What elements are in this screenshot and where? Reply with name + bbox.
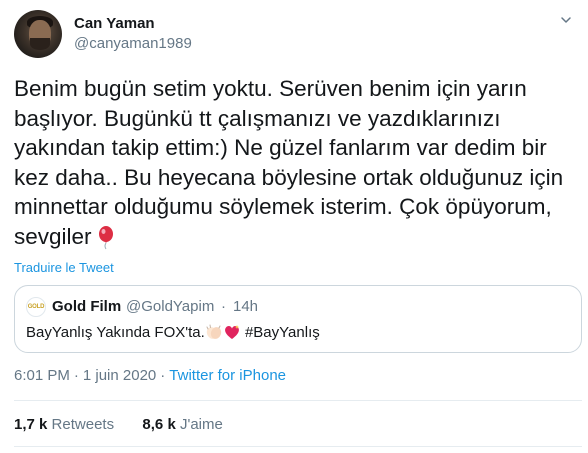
- gold-film-logo-text: GOLD: [27, 304, 45, 310]
- quoted-author-name: Gold Film: [52, 298, 122, 315]
- divider-bottom: [14, 446, 582, 447]
- author-handle[interactable]: @canyaman1989: [74, 35, 192, 52]
- balloon-emoji: [98, 225, 113, 249]
- clapping-hands-emoji: [206, 324, 221, 339]
- meta-separator: ·: [73, 367, 79, 384]
- sparkling-heart-emoji: [224, 325, 239, 339]
- tweet-text: Benim bugün setim yoktu. Serüven benim i…: [14, 74, 580, 251]
- quoted-tweet[interactable]: GOLD Gold Film @GoldYapim · 14h BayYanlı…: [14, 285, 582, 353]
- quoted-separator: ·: [221, 298, 226, 315]
- avatar[interactable]: [14, 10, 62, 58]
- likes-label[interactable]: J'aime: [180, 416, 223, 433]
- gold-film-logo: GOLD: [26, 297, 46, 317]
- avatar-beard: [30, 38, 50, 50]
- translate-tweet-link[interactable]: Traduire le Tweet: [14, 260, 114, 275]
- tweet-stats: 1,7 k Retweets 8,6 k J'aime: [14, 416, 223, 433]
- retweets-count[interactable]: 1,7 k: [14, 416, 47, 433]
- author-name[interactable]: Can Yaman: [74, 15, 155, 32]
- quoted-author-handle: @GoldYapim: [126, 298, 215, 315]
- quoted-text: BayYanlış Yakında FOX'ta. #BayYanlış: [26, 324, 320, 341]
- chevron-down-icon[interactable]: [560, 14, 572, 26]
- likes-count[interactable]: 8,6 k: [142, 416, 175, 433]
- tweet-meta: 6:01 PM · 1 juin 2020 · Twitter for iPhone: [14, 367, 286, 384]
- tweet-header: Can Yaman @canyaman1989: [14, 10, 574, 60]
- tweet-source-link[interactable]: Twitter for iPhone: [169, 367, 286, 384]
- quoted-hashtag[interactable]: #BayYanlış: [241, 324, 320, 341]
- tweet-text-content: Benim bugün setim yoktu. Serüven benim i…: [14, 76, 564, 249]
- quoted-text-before: BayYanlış Yakında FOX'ta.: [26, 324, 205, 341]
- quoted-time: 14h: [233, 298, 259, 315]
- divider: [14, 400, 582, 401]
- tweet-time[interactable]: 6:01 PM: [14, 367, 70, 384]
- meta-separator-2: ·: [160, 367, 166, 384]
- tweet-date[interactable]: 1 juin 2020: [83, 367, 156, 384]
- retweets-label[interactable]: Retweets: [52, 416, 115, 433]
